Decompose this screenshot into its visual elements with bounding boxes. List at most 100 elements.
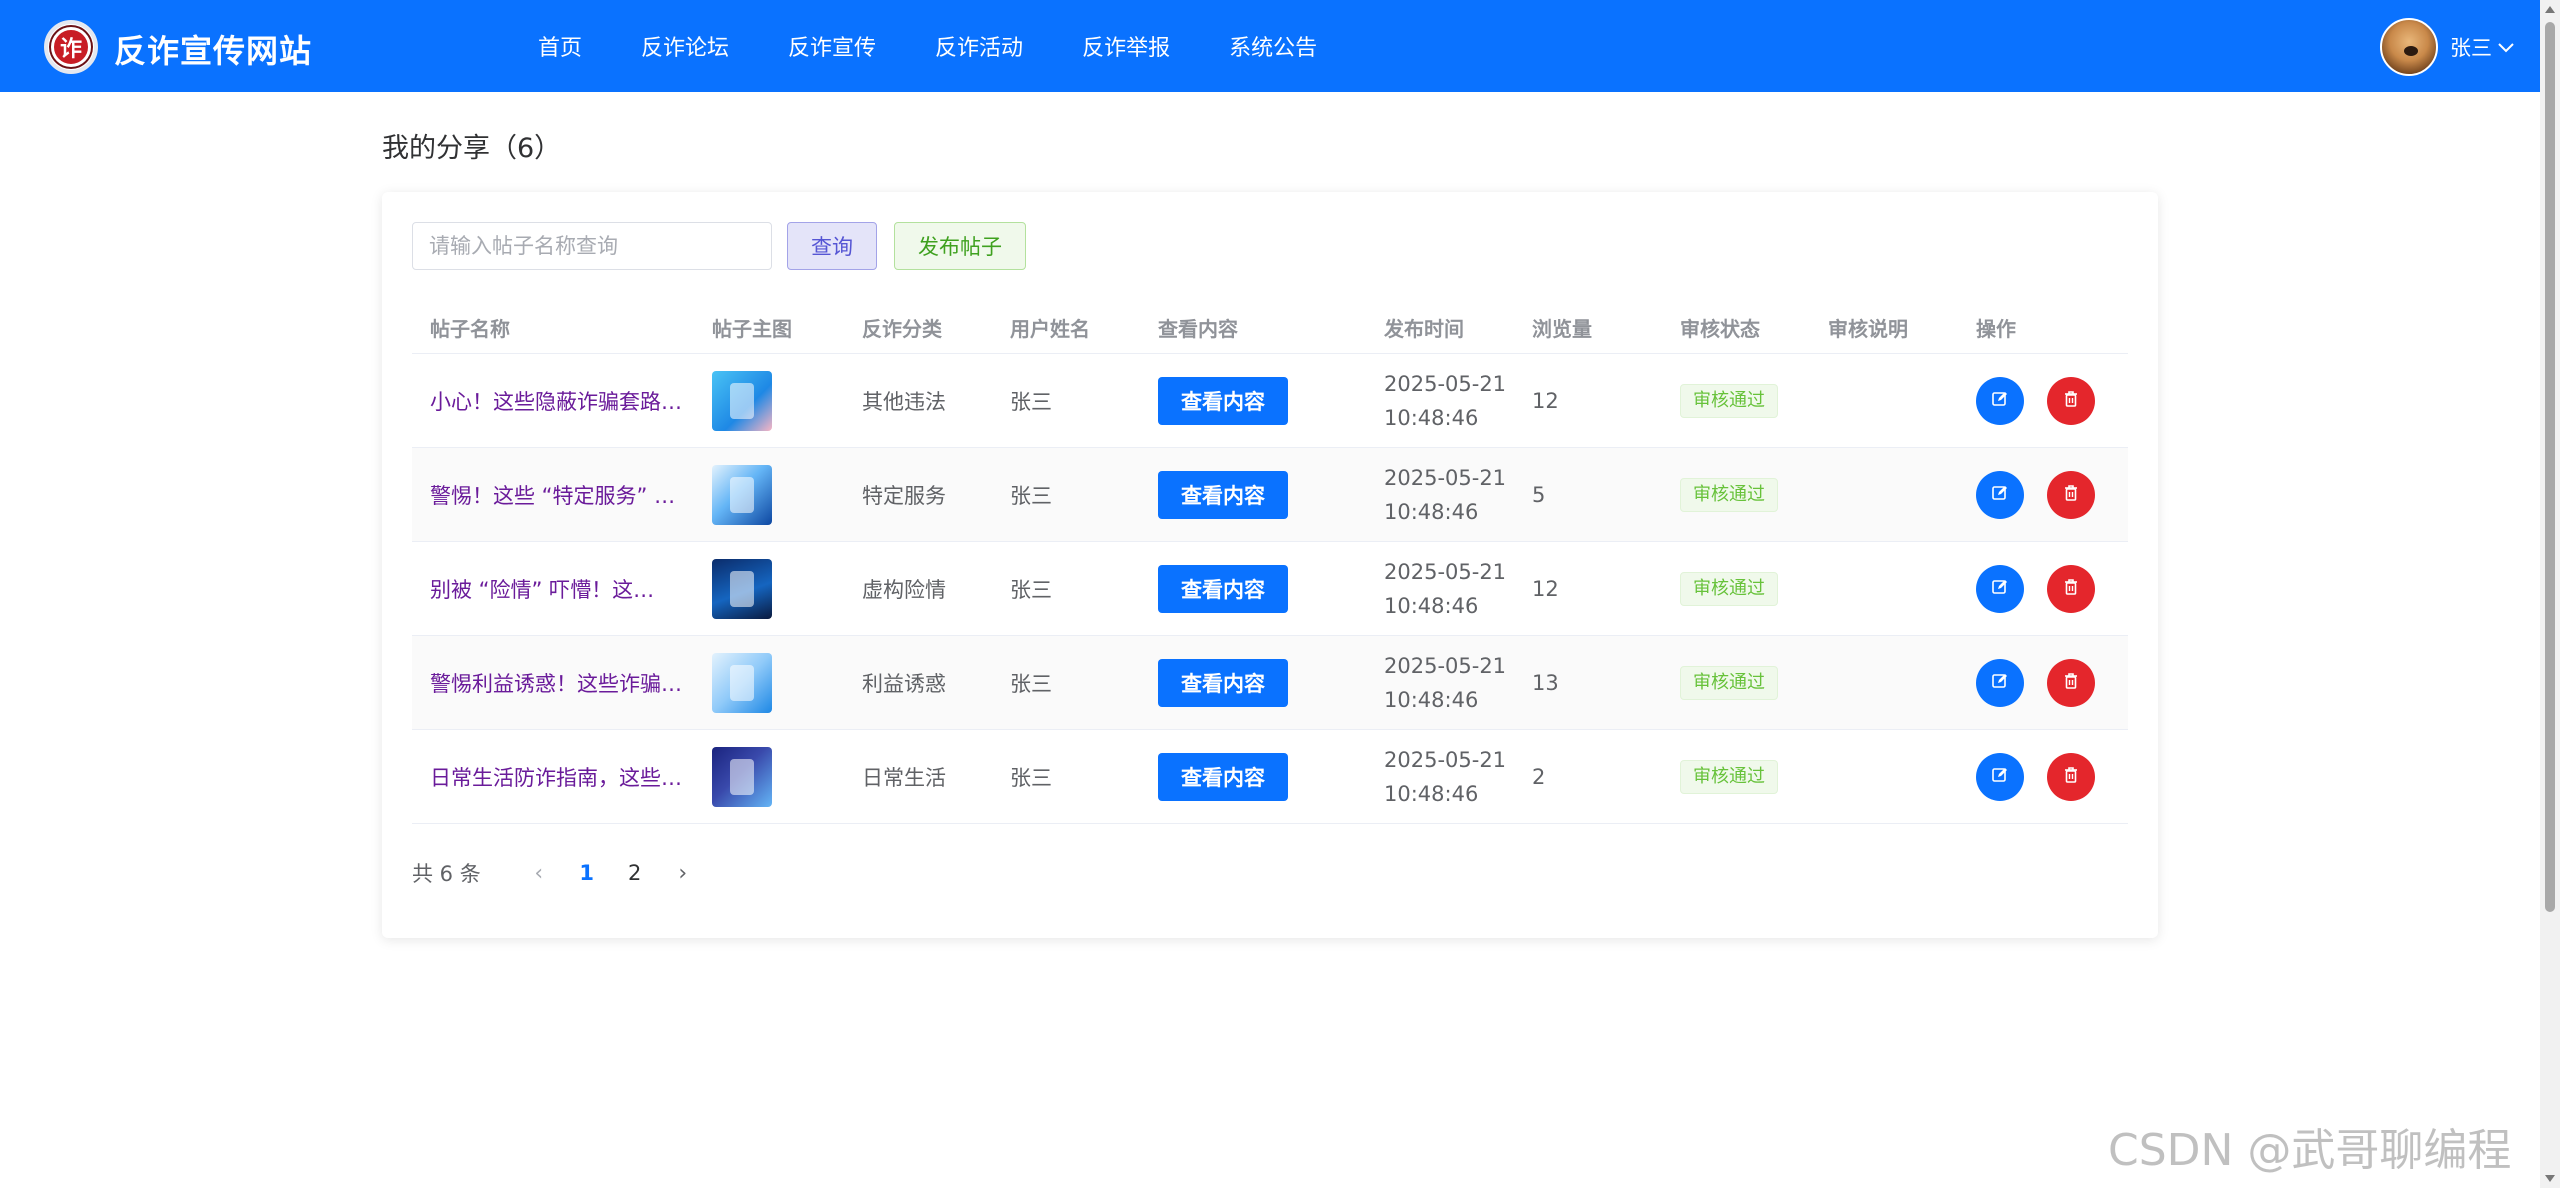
post-name-link[interactable]: 别被 “险情” 吓懵！这… <box>430 574 690 604</box>
scroll-down-icon[interactable] <box>2545 1175 2555 1182</box>
status-badge: 审核通过 <box>1680 571 1778 606</box>
status-cell: 审核通过 <box>1680 383 1828 418</box>
post-thumbnail[interactable] <box>712 464 772 525</box>
post-name-link[interactable]: 警惕！这些 “特定服务” … <box>430 480 690 510</box>
post-name-cell: 警惕利益诱惑！这些诈骗… <box>412 668 712 698</box>
post-date: 2025-05-21 <box>1384 465 1507 490</box>
edit-button[interactable] <box>1976 564 2024 613</box>
post-time: 2025-05-21 10:48:46 <box>1384 649 1532 717</box>
pagination-total: 共 6 条 <box>412 862 481 886</box>
site-title[interactable]: 反诈宣传网站 <box>114 26 312 72</box>
publish-post-button[interactable]: 发布帖子 <box>894 222 1026 270</box>
delete-button[interactable] <box>2046 752 2095 801</box>
delete-button[interactable] <box>2046 658 2095 707</box>
share-list-card: 查询 发布帖子 帖子名称 帖子主图 反诈分类 用户姓名 查看内容 发布时间 浏览… <box>382 192 2158 938</box>
post-views: 13 <box>1532 670 1559 695</box>
post-time: 2025-05-21 10:48:46 <box>1384 367 1532 435</box>
scroll-up-icon[interactable] <box>2545 6 2555 13</box>
post-thumbnail[interactable] <box>712 370 772 431</box>
trash-icon <box>2062 578 2080 599</box>
post-user: 张三 <box>1010 577 1052 602</box>
chevron-left-icon[interactable]: ‹ <box>515 861 563 886</box>
thumbnail-graphic <box>730 570 754 607</box>
post-time: 2025-05-21 10:48:46 <box>1384 743 1532 811</box>
column-header-time: 发布时间 <box>1384 317 1464 341</box>
view-content-button[interactable]: 查看内容 <box>1158 752 1288 801</box>
page-number-1[interactable]: 1 <box>563 861 611 885</box>
nav-item-activity[interactable]: 反诈活动 <box>935 30 1023 62</box>
edit-button[interactable] <box>1976 376 2024 425</box>
page-number-2[interactable]: 2 <box>611 861 659 885</box>
actions-cell <box>1976 470 2128 519</box>
user-name[interactable]: 张三 <box>2450 32 2492 62</box>
post-thumbnail[interactable] <box>712 558 772 619</box>
table-body: 小心！这些隐蔽诈骗套路… 其他违法 张三 查看内容 2025-05-21 10:… <box>412 354 2128 824</box>
post-views: 5 <box>1532 482 1546 507</box>
view-content-button[interactable]: 查看内容 <box>1158 564 1288 613</box>
nav-item-report[interactable]: 反诈举报 <box>1082 30 1170 62</box>
nav-item-publicity[interactable]: 反诈宣传 <box>788 30 876 62</box>
edit-button[interactable] <box>1976 658 2024 707</box>
thumbnail-graphic <box>730 758 754 795</box>
post-views: 12 <box>1532 388 1559 413</box>
post-category: 利益诱惑 <box>862 671 946 696</box>
user-menu[interactable]: 张三 <box>2380 18 2514 76</box>
trash-icon <box>2062 672 2080 693</box>
column-header-note: 审核说明 <box>1828 317 1908 341</box>
trash-icon <box>2062 390 2080 411</box>
edit-button[interactable] <box>1976 470 2024 519</box>
post-name-link[interactable]: 小心！这些隐蔽诈骗套路… <box>430 386 690 416</box>
view-content-cell: 查看内容 <box>1158 470 1384 519</box>
avatar[interactable] <box>2380 18 2438 76</box>
thumbnail-graphic <box>730 476 754 513</box>
table-row: 别被 “险情” 吓懵！这… 虚构险情 张三 查看内容 2025-05-21 10… <box>412 542 2128 636</box>
edit-icon <box>1991 578 2009 599</box>
delete-button[interactable] <box>2046 470 2095 519</box>
view-content-button[interactable]: 查看内容 <box>1158 470 1288 519</box>
post-date: 2025-05-21 <box>1384 371 1507 396</box>
actions-cell <box>1976 752 2128 801</box>
post-views: 2 <box>1532 764 1546 789</box>
status-cell: 审核通过 <box>1680 477 1828 512</box>
edit-button[interactable] <box>1976 752 2024 801</box>
search-input[interactable] <box>412 222 772 270</box>
post-thumbnail[interactable] <box>712 746 772 807</box>
nav-item-forum[interactable]: 反诈论坛 <box>641 30 729 62</box>
chevron-right-icon[interactable]: › <box>659 861 707 886</box>
logo-badge-icon: 诈 <box>51 27 91 67</box>
edit-icon <box>1991 672 2009 693</box>
vertical-scrollbar[interactable] <box>2540 0 2560 1188</box>
post-user: 张三 <box>1010 671 1052 696</box>
view-content-cell: 查看内容 <box>1158 752 1384 801</box>
post-category: 虚构险情 <box>862 577 946 602</box>
thumbnail-graphic <box>730 664 754 701</box>
nav-item-home[interactable]: 首页 <box>538 30 582 62</box>
post-name-cell: 警惕！这些 “特定服务” … <box>412 480 712 510</box>
post-name-link[interactable]: 警惕利益诱惑！这些诈骗… <box>430 668 690 698</box>
status-badge: 审核通过 <box>1680 477 1778 512</box>
post-name-link[interactable]: 日常生活防诈指南，这些… <box>430 762 690 792</box>
delete-button[interactable] <box>2046 564 2095 613</box>
pagination: 共 6 条 ‹ 1 2 › <box>412 858 707 888</box>
post-category: 日常生活 <box>862 765 946 790</box>
table-row: 警惕利益诱惑！这些诈骗… 利益诱惑 张三 查看内容 2025-05-21 10:… <box>412 636 2128 730</box>
status-cell: 审核通过 <box>1680 571 1828 606</box>
query-button[interactable]: 查询 <box>787 222 877 270</box>
scrollbar-thumb[interactable] <box>2545 22 2555 912</box>
edit-icon <box>1991 484 2009 505</box>
view-content-button[interactable]: 查看内容 <box>1158 658 1288 707</box>
post-user: 张三 <box>1010 765 1052 790</box>
post-category: 其他违法 <box>862 389 946 414</box>
post-clock: 10:48:46 <box>1384 405 1479 430</box>
delete-button[interactable] <box>2046 376 2095 425</box>
nav-item-announcement[interactable]: 系统公告 <box>1229 30 1317 62</box>
status-badge: 审核通过 <box>1680 383 1778 418</box>
site-logo[interactable]: 诈 <box>44 20 98 74</box>
view-content-button[interactable]: 查看内容 <box>1158 376 1288 425</box>
chevron-down-icon[interactable] <box>2498 37 2514 58</box>
actions-cell <box>1976 658 2128 707</box>
status-badge: 审核通过 <box>1680 665 1778 700</box>
post-time: 2025-05-21 10:48:46 <box>1384 461 1532 529</box>
post-thumbnail[interactable] <box>712 652 772 713</box>
view-content-cell: 查看内容 <box>1158 376 1384 425</box>
